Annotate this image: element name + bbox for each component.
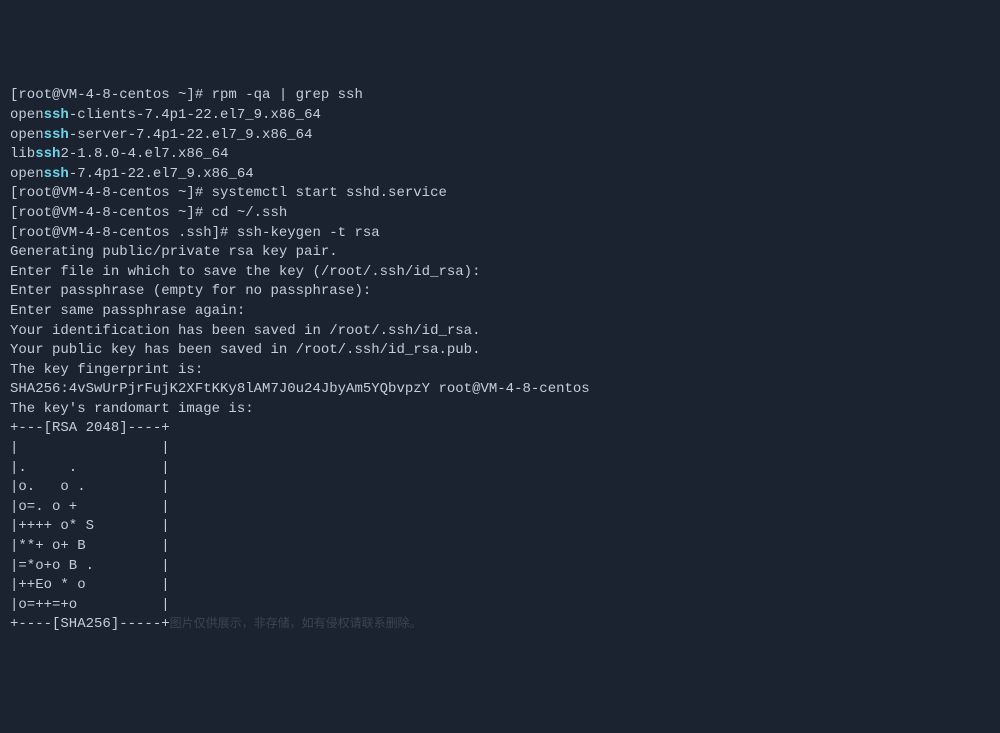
- terminal-line: Enter same passphrase again:: [10, 302, 990, 322]
- plain-text: Generating public/private rsa key pair.: [10, 244, 338, 260]
- plain-text: Enter passphrase (empty for no passphras…: [10, 283, 371, 299]
- terminal-line: |o=++=+o |: [10, 596, 990, 616]
- terminal-line: Enter file in which to save the key (/ro…: [10, 263, 990, 283]
- terminal-line: +----[SHA256]-----+图片仅供展示，非存储，如有侵权请联系删除。: [10, 615, 990, 635]
- highlight-text: ssh: [44, 107, 69, 123]
- terminal-line: SHA256:4vSwUrPjrFujK2XFtKKy8lAM7J0u24Jby…: [10, 380, 990, 400]
- terminal-output[interactable]: [root@VM-4-8-centos ~]# rpm -qa | grep s…: [10, 86, 990, 635]
- terminal-line: | |: [10, 439, 990, 459]
- plain-text: +----[SHA256]-----+: [10, 616, 170, 632]
- plain-text: Your identification has been saved in /r…: [10, 323, 480, 339]
- terminal-line: |. . |: [10, 459, 990, 479]
- terminal-line: Your public key has been saved in /root/…: [10, 341, 990, 361]
- plain-text: Enter same passphrase again:: [10, 303, 245, 319]
- plain-text: The key's randomart image is:: [10, 401, 254, 417]
- terminal-line: The key fingerprint is:: [10, 361, 990, 381]
- terminal-line: libssh2-1.8.0-4.el7.x86_64: [10, 145, 990, 165]
- terminal-line: [root@VM-4-8-centos ~]# cd ~/.ssh: [10, 204, 990, 224]
- terminal-line: openssh-server-7.4p1-22.el7_9.x86_64: [10, 126, 990, 146]
- plain-text: |++Eo * o |: [10, 577, 170, 593]
- plain-text: |o=++=+o |: [10, 597, 170, 613]
- terminal-line: Generating public/private rsa key pair.: [10, 243, 990, 263]
- terminal-line: |o=. o + |: [10, 498, 990, 518]
- plain-text: [root@VM-4-8-centos ~]# systemctl start …: [10, 185, 447, 201]
- terminal-line: openssh-7.4p1-22.el7_9.x86_64: [10, 165, 990, 185]
- terminal-line: |++++ o* S |: [10, 517, 990, 537]
- highlight-text: ssh: [35, 146, 60, 162]
- terminal-line: |o. o . |: [10, 478, 990, 498]
- plain-text: |o=. o + |: [10, 499, 170, 515]
- plain-text: [root@VM-4-8-centos ~]# rpm -qa | grep s…: [10, 87, 363, 103]
- highlight-text: ssh: [44, 166, 69, 182]
- plain-text: |=*o+o B . |: [10, 558, 170, 574]
- terminal-line: [root@VM-4-8-centos .ssh]# ssh-keygen -t…: [10, 224, 990, 244]
- terminal-line: Your identification has been saved in /r…: [10, 322, 990, 342]
- terminal-line: Enter passphrase (empty for no passphras…: [10, 282, 990, 302]
- plain-text: Your public key has been saved in /root/…: [10, 342, 480, 358]
- plain-text: open: [10, 127, 44, 143]
- plain-text: open: [10, 107, 44, 123]
- terminal-line: +---[RSA 2048]----+: [10, 419, 990, 439]
- plain-text: lib: [10, 146, 35, 162]
- plain-text: |**+ o+ B |: [10, 538, 170, 554]
- watermark-text: 图片仅供展示，非存储，如有侵权请联系删除。: [170, 617, 422, 631]
- terminal-line: The key's randomart image is:: [10, 400, 990, 420]
- plain-text: The key fingerprint is:: [10, 362, 203, 378]
- plain-text: 2-1.8.0-4.el7.x86_64: [60, 146, 228, 162]
- terminal-line: openssh-clients-7.4p1-22.el7_9.x86_64: [10, 106, 990, 126]
- plain-text: -clients-7.4p1-22.el7_9.x86_64: [69, 107, 321, 123]
- plain-text: [root@VM-4-8-centos ~]# cd ~/.ssh: [10, 205, 287, 221]
- plain-text: Enter file in which to save the key (/ro…: [10, 264, 480, 280]
- plain-text: |++++ o* S |: [10, 518, 170, 534]
- plain-text: |. . |: [10, 460, 170, 476]
- plain-text: |o. o . |: [10, 479, 170, 495]
- highlight-text: ssh: [44, 127, 69, 143]
- plain-text: [root@VM-4-8-centos .ssh]# ssh-keygen -t…: [10, 225, 380, 241]
- plain-text: -7.4p1-22.el7_9.x86_64: [69, 166, 254, 182]
- terminal-line: |++Eo * o |: [10, 576, 990, 596]
- terminal-line: |=*o+o B . |: [10, 557, 990, 577]
- plain-text: -server-7.4p1-22.el7_9.x86_64: [69, 127, 313, 143]
- plain-text: +---[RSA 2048]----+: [10, 420, 170, 436]
- plain-text: | |: [10, 440, 170, 456]
- plain-text: SHA256:4vSwUrPjrFujK2XFtKKy8lAM7J0u24Jby…: [10, 381, 590, 397]
- terminal-line: [root@VM-4-8-centos ~]# systemctl start …: [10, 184, 990, 204]
- plain-text: open: [10, 166, 44, 182]
- terminal-line: [root@VM-4-8-centos ~]# rpm -qa | grep s…: [10, 86, 990, 106]
